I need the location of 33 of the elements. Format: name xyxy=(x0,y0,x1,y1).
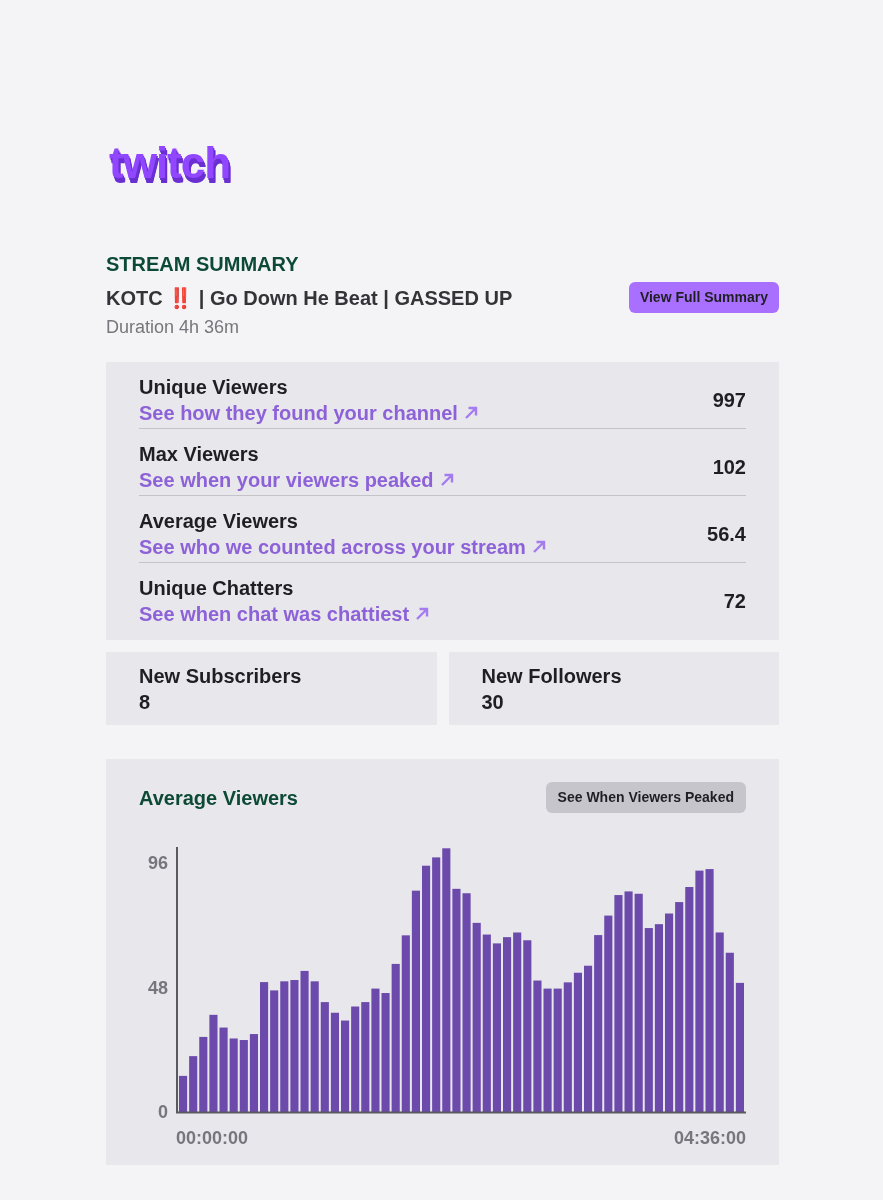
y-tick-label: 0 xyxy=(158,1102,168,1123)
stat-link[interactable]: See who we counted across your stream xyxy=(139,534,546,560)
stat-link[interactable]: See when your viewers peaked xyxy=(139,467,454,493)
counter-label: New Followers xyxy=(481,664,622,689)
stat-value: 72 xyxy=(723,589,746,614)
stat-label: Unique Viewers xyxy=(139,375,288,400)
counter-label: New Subscribers xyxy=(139,664,302,689)
peak-button[interactable]: See When Viewers Peaked xyxy=(545,782,746,813)
stat-value: 102 xyxy=(712,455,746,480)
chart-bar xyxy=(239,1040,248,1112)
stat-value: 56.4 xyxy=(707,522,746,547)
section-heading: STREAM SUMMARY xyxy=(106,252,300,276)
y-tick-label: 96 xyxy=(147,853,168,874)
logo: twitch xyxy=(108,140,232,189)
view-summary-button[interactable]: View Full Summary xyxy=(628,282,779,313)
counter-value: 8 xyxy=(139,690,151,715)
y-tick-label: 48 xyxy=(147,977,168,998)
arrow-up-right-icon xyxy=(415,607,430,621)
duration-text: Duration 4h 36m xyxy=(106,316,241,339)
counter-value: 30 xyxy=(481,690,504,715)
x-axis-label: 04:36:00 xyxy=(673,1128,746,1148)
arrow-up-right-icon xyxy=(439,473,454,487)
stream-title: KOTC ‼ | Go Down He Beat | GASSED UP xyxy=(106,285,513,310)
stat-link[interactable]: See how they found your channel xyxy=(139,400,478,426)
arrow-up-right-icon xyxy=(463,406,478,420)
stat-label: Average Viewers xyxy=(139,509,298,534)
chart-title: Average Viewers xyxy=(139,785,298,811)
arrow-up-right-icon xyxy=(531,540,546,554)
stat-link[interactable]: See when chat was chattiest xyxy=(139,601,430,627)
stat-value: 997 xyxy=(712,388,746,413)
stat-label: Max Viewers xyxy=(139,442,259,467)
x-axis-label: 00:00:00 xyxy=(176,1128,249,1148)
stat-label: Unique Chatters xyxy=(139,576,294,601)
